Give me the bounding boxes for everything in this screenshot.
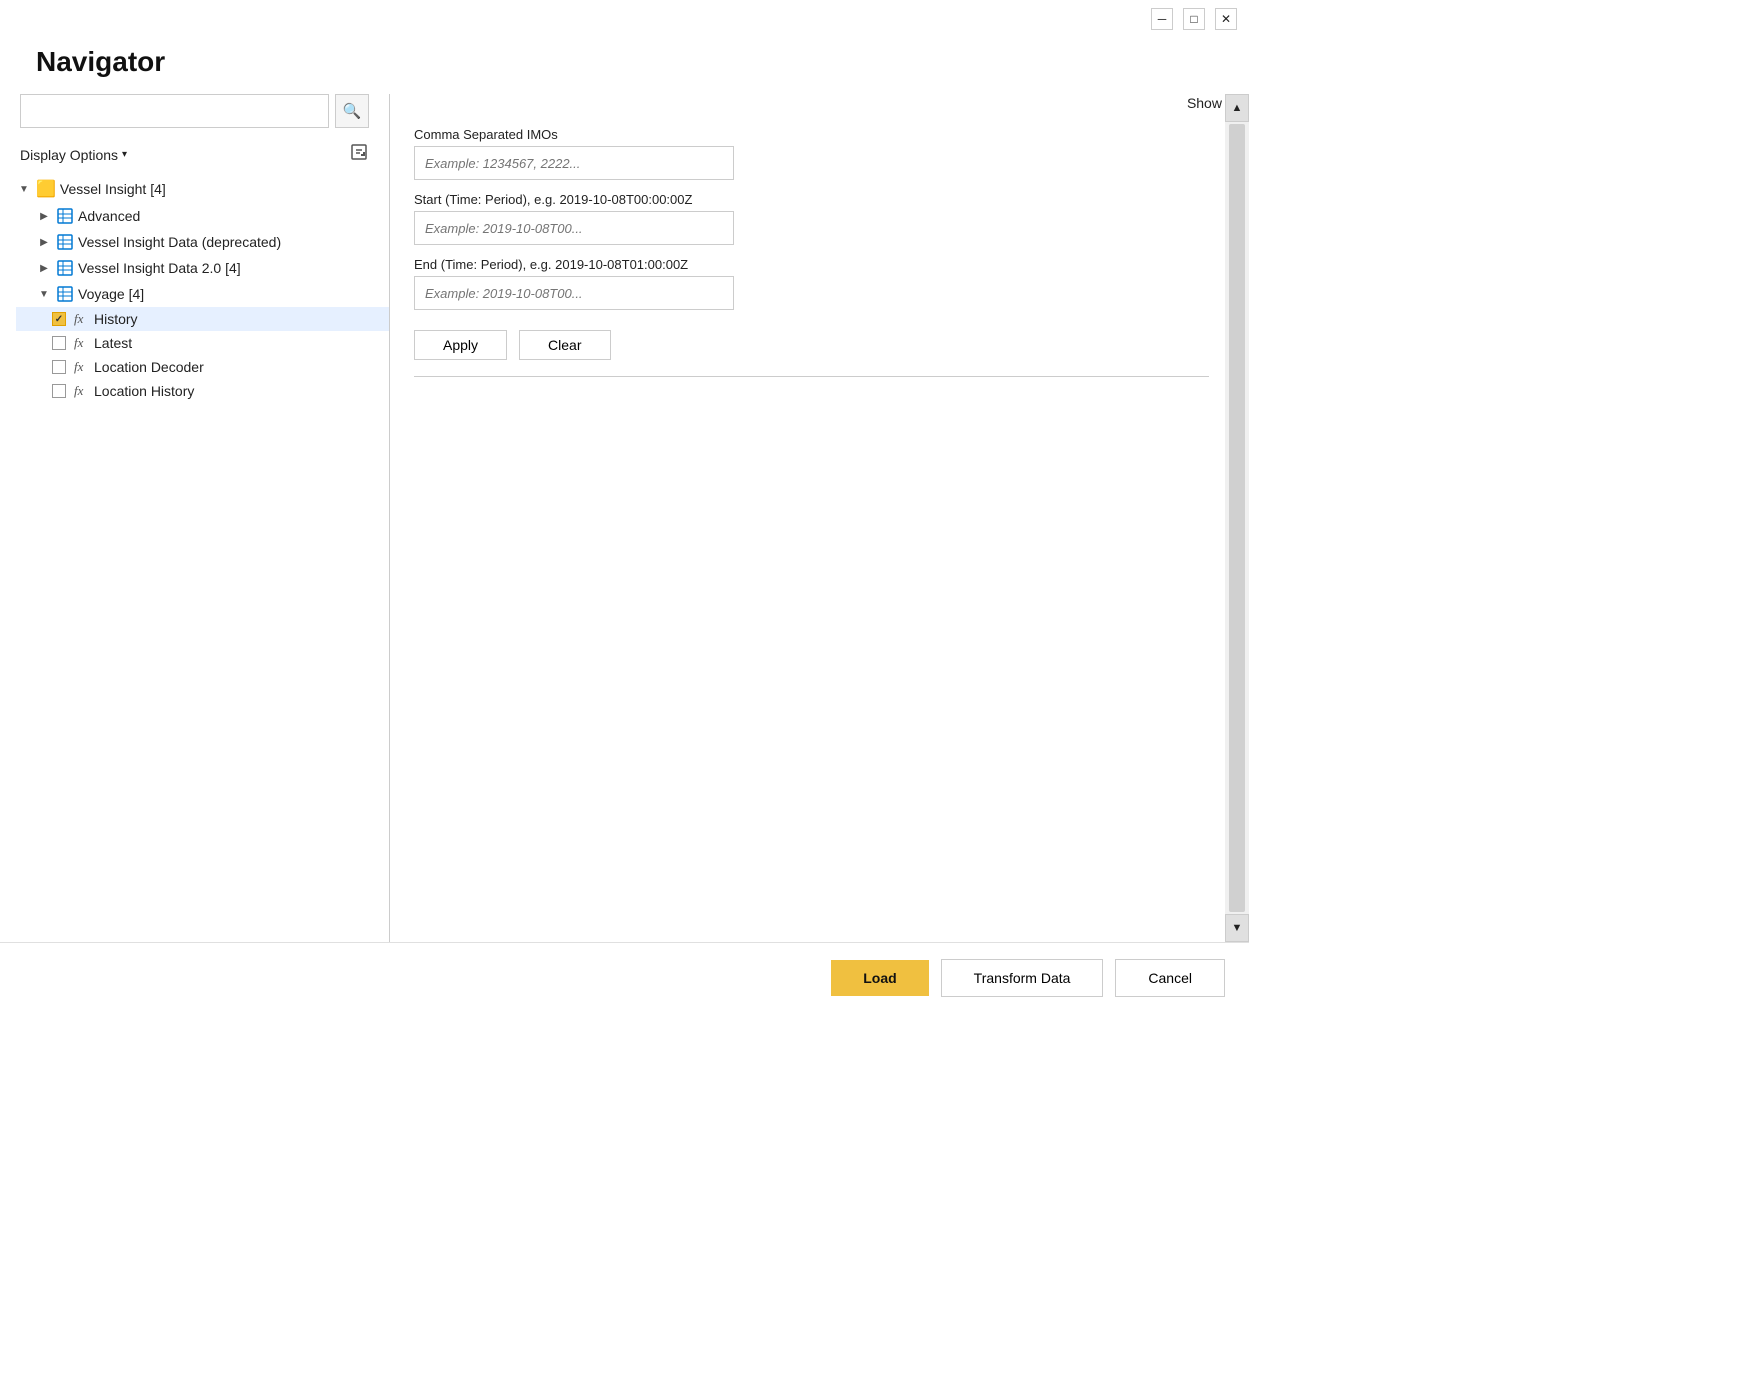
- bottom-bar: Load Transform Data Cancel: [0, 942, 1249, 1013]
- title-bar: ─ □ ✕: [0, 0, 1249, 38]
- cancel-button[interactable]: Cancel: [1115, 959, 1225, 997]
- form-section: Comma Separated IMOs Start (Time: Period…: [414, 127, 1209, 360]
- right-panel: Show ▾ Comma Separated IMOs Start (Time:…: [390, 94, 1249, 942]
- fx-icon-latest: fx: [74, 335, 90, 351]
- search-icon: 🔍: [343, 102, 362, 120]
- show-label: Show: [1187, 95, 1222, 111]
- tree-label-vessel-insight: Vessel Insight [4]: [60, 181, 166, 197]
- tree-item-location-history[interactable]: fx Location History: [16, 379, 389, 403]
- table-icon-vessel-insight-data: [56, 233, 74, 251]
- tree-label-advanced: Advanced: [78, 208, 140, 224]
- chevron-right-icon-3: ▶: [36, 263, 52, 274]
- input-imos[interactable]: [414, 146, 734, 180]
- divider: [414, 376, 1209, 377]
- fx-icon-location-decoder: fx: [74, 359, 90, 375]
- checkbox-history[interactable]: ✓: [52, 312, 66, 326]
- display-options-dropdown-icon: ▾: [122, 149, 127, 160]
- tree-item-latest[interactable]: fx Latest: [16, 331, 389, 355]
- folder-icon: 🟨: [36, 179, 56, 199]
- export-icon[interactable]: [349, 142, 369, 167]
- display-options-row: Display Options ▾: [0, 138, 389, 175]
- tree-item-vessel-insight[interactable]: ▼ 🟨 Vessel Insight [4]: [16, 175, 389, 203]
- tree-label-history: History: [94, 311, 138, 327]
- tree-label-latest: Latest: [94, 335, 132, 351]
- tree-label-location-history: Location History: [94, 383, 194, 399]
- tree-item-advanced[interactable]: ▶ Advanced: [16, 203, 389, 229]
- display-options-label: Display Options: [20, 147, 118, 163]
- search-input[interactable]: [20, 94, 329, 128]
- display-options-button[interactable]: Display Options ▾: [20, 147, 127, 163]
- maximize-button[interactable]: □: [1183, 8, 1205, 30]
- scrollbar[interactable]: ▲ ▼: [1225, 119, 1249, 942]
- apply-button[interactable]: Apply: [414, 330, 507, 360]
- checkbox-location-history[interactable]: [52, 384, 66, 398]
- page-title: Navigator: [0, 38, 1249, 94]
- scroll-up-button[interactable]: ▲: [1225, 119, 1249, 122]
- table-icon-vessel-insight-data-2: [56, 259, 74, 277]
- table-icon-advanced: [56, 207, 74, 225]
- minimize-button[interactable]: ─: [1151, 8, 1173, 30]
- chevron-right-icon: ▶: [36, 211, 52, 222]
- chevron-down-icon-voyage: ▼: [36, 289, 52, 300]
- scroll-down-button[interactable]: ▼: [1225, 914, 1249, 942]
- close-button[interactable]: ✕: [1215, 8, 1237, 30]
- fx-icon-history: fx: [74, 311, 90, 327]
- left-panel: 🔍 Display Options ▾ ▼: [0, 94, 390, 942]
- clear-button[interactable]: Clear: [519, 330, 610, 360]
- tree-item-voyage[interactable]: ▼ Voyage [4]: [16, 281, 389, 307]
- input-start[interactable]: [414, 211, 734, 245]
- checkbox-latest[interactable]: [52, 336, 66, 350]
- checkmark-history: ✓: [55, 314, 63, 325]
- tree-label-vessel-insight-data-deprecated: Vessel Insight Data (deprecated): [78, 234, 281, 250]
- load-button[interactable]: Load: [831, 960, 928, 996]
- tree-label-location-decoder: Location Decoder: [94, 359, 204, 375]
- field-label-start: Start (Time: Period), e.g. 2019-10-08T00…: [414, 192, 1209, 207]
- field-end: End (Time: Period), e.g. 2019-10-08T01:0…: [414, 257, 1209, 310]
- scroll-track[interactable]: [1229, 124, 1245, 912]
- tree-label-voyage: Voyage [4]: [78, 286, 144, 302]
- transform-data-button[interactable]: Transform Data: [941, 959, 1104, 997]
- checkbox-location-decoder[interactable]: [52, 360, 66, 374]
- tree-label-vessel-insight-data-2: Vessel Insight Data 2.0 [4]: [78, 260, 241, 276]
- tree-item-history[interactable]: ✓ fx History: [16, 307, 389, 331]
- field-imos: Comma Separated IMOs: [414, 127, 1209, 180]
- tree-item-vessel-insight-data-deprecated[interactable]: ▶ Vessel Insight Data (deprecated): [16, 229, 389, 255]
- field-label-imos: Comma Separated IMOs: [414, 127, 1209, 142]
- right-header: Show ▾: [390, 94, 1249, 119]
- main-layout: 🔍 Display Options ▾ ▼: [0, 94, 1249, 942]
- chevron-down-icon: ▼: [16, 184, 32, 195]
- table-icon-voyage: [56, 285, 74, 303]
- tree-item-location-decoder[interactable]: fx Location Decoder: [16, 355, 389, 379]
- form-buttons: Apply Clear: [414, 330, 1209, 360]
- search-button[interactable]: 🔍: [335, 94, 369, 128]
- tree-container: ▼ 🟨 Vessel Insight [4] ▶ Advanced: [0, 175, 389, 942]
- chevron-right-icon-2: ▶: [36, 237, 52, 248]
- right-content: Comma Separated IMOs Start (Time: Period…: [390, 119, 1249, 942]
- input-end[interactable]: [414, 276, 734, 310]
- search-bar-row: 🔍: [0, 94, 389, 138]
- fx-icon-location-history: fx: [74, 383, 90, 399]
- tree-item-vessel-insight-data-2[interactable]: ▶ Vessel Insight Data 2.0 [4]: [16, 255, 389, 281]
- field-start: Start (Time: Period), e.g. 2019-10-08T00…: [414, 192, 1209, 245]
- field-label-end: End (Time: Period), e.g. 2019-10-08T01:0…: [414, 257, 1209, 272]
